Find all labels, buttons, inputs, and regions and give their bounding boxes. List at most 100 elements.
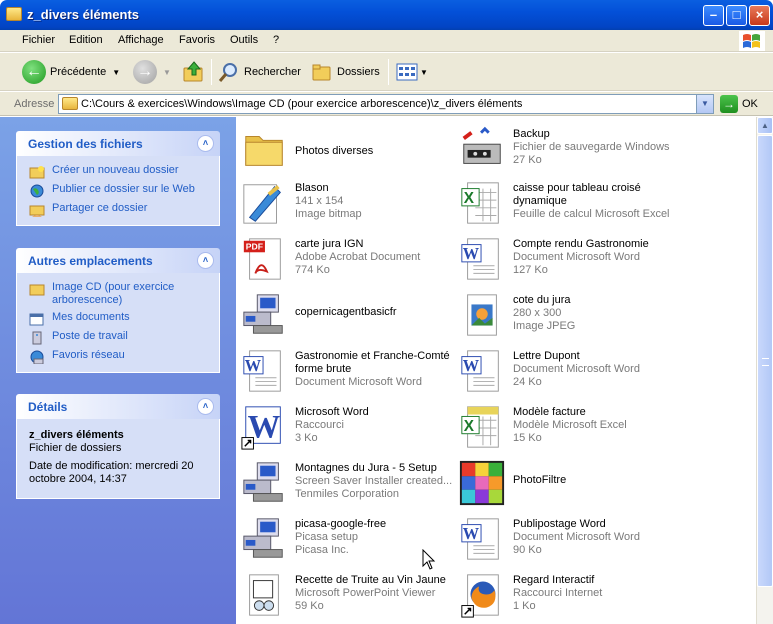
task-share-folder[interactable]: Partager ce dossier [29, 202, 209, 217]
chevron-down-icon[interactable]: ▼ [420, 68, 428, 77]
chevron-down-icon[interactable]: ▼ [163, 68, 171, 77]
installer-icon [240, 515, 290, 565]
file-item[interactable]: Recette de Truite au Vin Jaune Microsoft … [240, 571, 460, 624]
file-size: 1 Ko [513, 600, 536, 612]
forward-button[interactable]: → ▼ [133, 57, 171, 87]
task-label: Partager ce dossier [52, 202, 148, 214]
file-item[interactable]: W Lettre Dupont Document Microsoft Word 24 … [458, 347, 678, 401]
file-item[interactable]: W Publipostage Word Document Microsoft Wor… [458, 515, 678, 569]
file-name: caisse pour tableau croisé dynamique [513, 182, 641, 207]
file-size: Tenmiles Corporation [295, 488, 399, 500]
place-my-documents[interactable]: Mes documents [29, 311, 209, 326]
file-type: Picasa setup [295, 531, 358, 543]
collapse-icon[interactable]: ˄ [197, 252, 214, 269]
search-icon [218, 63, 237, 82]
file-item[interactable]: X Modèle facture Modèle Microsoft Excel 15 … [458, 403, 678, 457]
other-places-header[interactable]: Autres emplacements ˄ [16, 248, 220, 273]
file-text: Regard Interactif Raccourci Internet 1 Ko [513, 574, 675, 613]
task-publish-web[interactable]: Publier ce dossier sur le Web [29, 183, 209, 198]
views-button[interactable]: ▼ [396, 57, 428, 87]
file-text: Gastronomie et Franche-Comté forme brute… [295, 350, 457, 389]
svg-text:PDF: PDF [246, 241, 263, 251]
place-label: Mes documents [52, 311, 130, 323]
file-text: caisse pour tableau croisé dynamique Feui… [513, 182, 675, 221]
collapse-icon[interactable]: ˄ [197, 135, 214, 152]
svg-text:X: X [464, 190, 475, 207]
file-name: Compte rendu Gastronomie [513, 238, 649, 250]
place-network[interactable]: Favoris réseau [29, 349, 209, 364]
file-item[interactable]: PhotoFiltre [458, 459, 678, 513]
file-list[interactable]: Photos diverses Blason 141 x 154 Image bitm… [236, 117, 756, 624]
details-name: z_divers éléments [29, 429, 124, 441]
place-image-cd[interactable]: Image CD (pour exercice arborescence) [29, 281, 209, 307]
file-size: Image JPEG [513, 320, 576, 332]
backup-icon [458, 125, 508, 175]
folders-button[interactable]: Dossiers [311, 57, 380, 87]
file-item[interactable]: copernicagentbasicfr [240, 291, 460, 345]
file-item[interactable]: cote du jura 280 x 300 Image JPEG [458, 291, 678, 345]
maximize-button[interactable]: □ [726, 5, 747, 26]
file-name: Microsoft Word [295, 406, 369, 418]
menu-fichier[interactable]: Fichier [22, 34, 55, 46]
file-type: 280 x 300 [513, 307, 562, 319]
go-button[interactable]: → OK [720, 95, 758, 113]
file-tasks-body: Créer un nouveau dossier Publier ce doss… [16, 156, 220, 226]
file-item[interactable]: W Microsoft Word Raccourci 3 Ko [240, 403, 460, 457]
back-arrow-icon: ← [22, 60, 46, 84]
file-item[interactable]: Photos diverses [240, 125, 460, 179]
address-dropdown-button[interactable]: ▼ [696, 95, 713, 113]
file-item[interactable]: W Gastronomie et Franche-Comté forme brut… [240, 347, 460, 401]
file-item[interactable]: W Compte rendu Gastronomie Document Micros… [458, 235, 678, 289]
file-type: Document Microsoft Word [513, 531, 640, 543]
menu-favoris[interactable]: Favoris [179, 34, 215, 46]
file-text: Microsoft Word Raccourci 3 Ko [295, 406, 457, 445]
vertical-scrollbar[interactable]: ▲ [756, 117, 773, 624]
svg-text:X: X [464, 418, 475, 435]
address-input[interactable]: C:\Cours & exercices\Windows\Image CD (p… [58, 94, 714, 114]
scroll-up-button[interactable]: ▲ [757, 117, 773, 134]
file-item[interactable]: Backup Fichier de sauvegarde Windows 27 Ko [458, 125, 678, 179]
file-item[interactable]: Montagnes du Jura - 5 Setup Screen Saver … [240, 459, 460, 513]
menu-edition[interactable]: Edition [69, 34, 103, 46]
file-name: Blason [295, 182, 329, 194]
minimize-button[interactable]: – [703, 5, 724, 26]
file-type: Raccourci Internet [513, 587, 603, 599]
go-arrow-icon: → [720, 95, 738, 113]
file-item[interactable]: Regard Interactif Raccourci Internet 1 Ko [458, 571, 678, 624]
title-bar[interactable]: z_divers éléments – □ × [0, 0, 773, 30]
back-button[interactable]: ← Précédente ▼ [22, 57, 120, 87]
new-folder-icon [29, 166, 45, 179]
menu-outils[interactable]: Outils [230, 34, 258, 46]
folder-icon [6, 7, 22, 21]
file-item[interactable]: PDF carte jura IGN Adobe Acrobat Document 7… [240, 235, 460, 289]
task-label: Créer un nouveau dossier [52, 164, 179, 176]
forward-arrow-icon: → [133, 60, 157, 84]
place-my-computer[interactable]: Poste de travail [29, 330, 209, 345]
file-text: Recette de Truite au Vin Jaune Microsoft … [295, 574, 457, 613]
search-button[interactable]: Rechercher [218, 57, 301, 87]
file-size: 15 Ko [513, 432, 542, 444]
task-new-folder[interactable]: Créer un nouveau dossier [29, 164, 209, 179]
file-text: cote du jura 280 x 300 Image JPEG [513, 294, 675, 333]
menu-help[interactable]: ? [273, 34, 279, 46]
file-item[interactable]: Blason 141 x 154 Image bitmap [240, 179, 460, 233]
details-header[interactable]: Détails ˄ [16, 394, 220, 419]
menu-affichage[interactable]: Affichage [118, 34, 164, 46]
chevron-down-icon[interactable]: ▼ [112, 68, 120, 77]
details-modified: Date de modification: mercredi 20 octobr… [29, 460, 194, 485]
file-name: carte jura IGN [295, 238, 364, 250]
file-item[interactable]: Xcaisse pour tableau croisé dynamique Feu… [458, 179, 678, 233]
close-button[interactable]: × [749, 5, 770, 26]
bitmap-icon [240, 179, 290, 229]
collapse-icon[interactable]: ˄ [197, 398, 214, 415]
my-documents-icon [29, 313, 44, 326]
word-doc-icon: W [240, 347, 290, 397]
share-folder-icon [29, 205, 45, 217]
scrollbar-thumb[interactable] [757, 135, 773, 587]
details-body: z_divers éléments Fichier de dossiers Da… [16, 419, 220, 499]
file-tasks-header[interactable]: Gestion des fichiers ˄ [16, 131, 220, 156]
up-folder-button[interactable] [182, 57, 206, 87]
file-text: Montagnes du Jura - 5 Setup Screen Saver … [295, 462, 457, 501]
file-size: 90 Ko [513, 544, 542, 556]
folder-icon [29, 284, 45, 296]
